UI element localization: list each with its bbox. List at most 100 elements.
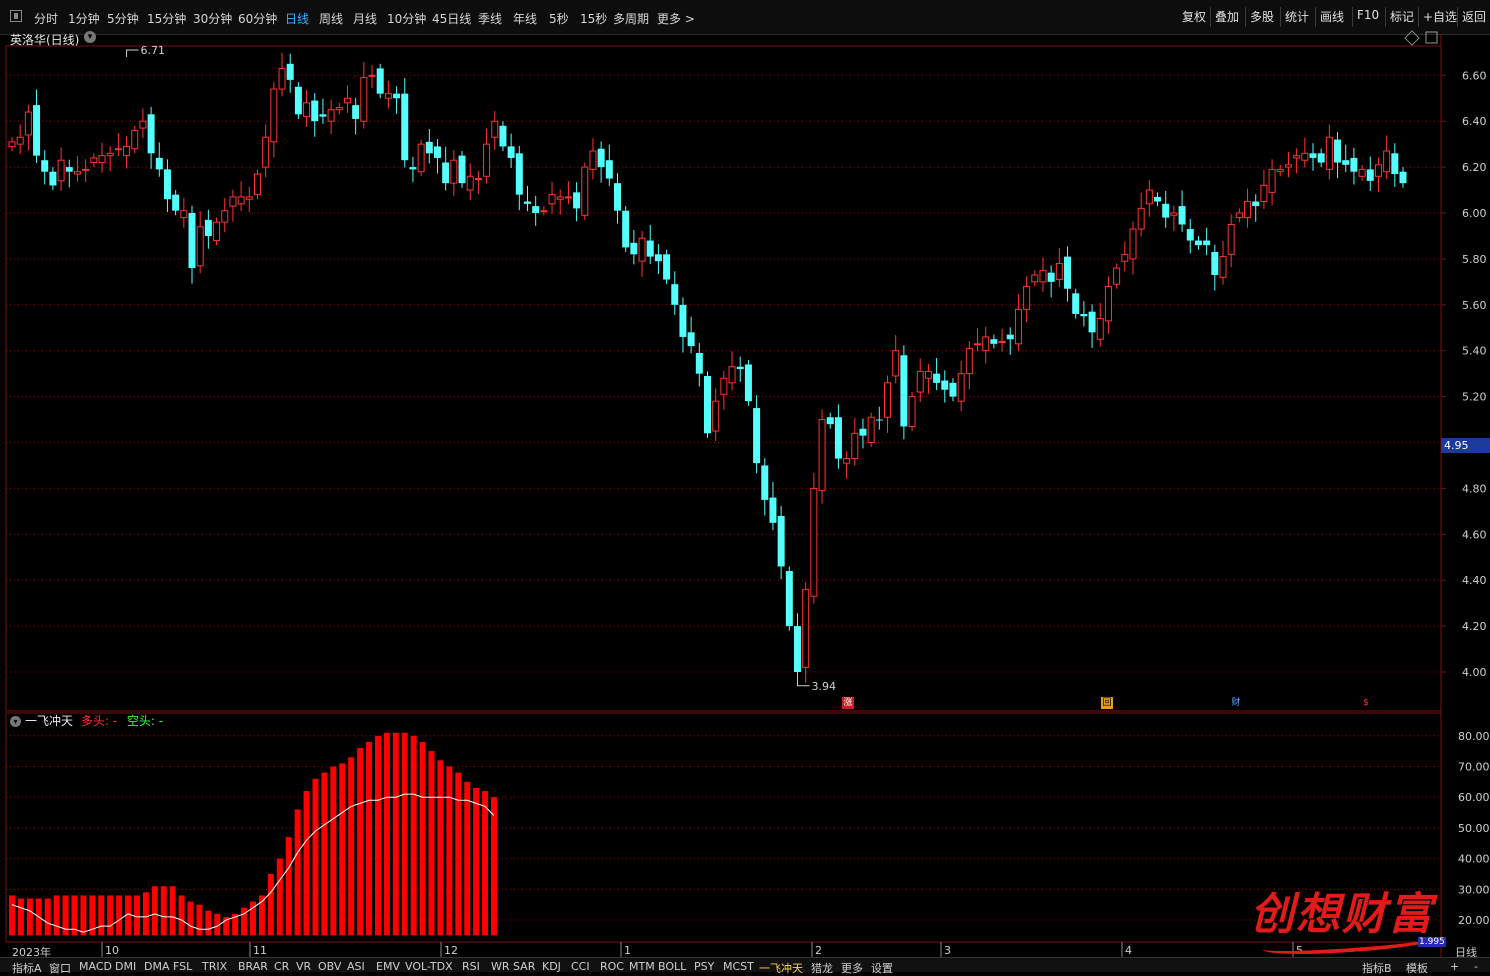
bull-bar [428,751,435,936]
bull-bar [437,760,444,936]
indicator-tab[interactable]: DMI [115,960,136,973]
indicator-tab[interactable]: VOL-TDX [405,960,453,973]
candle-body [654,254,662,262]
indicator-tab[interactable]: BOLL [658,960,686,973]
candle-body [802,588,810,668]
indicator-tab-right[interactable]: + [1450,960,1459,973]
indicator-tick-label: 40.00 [1458,853,1490,866]
candle-body [720,377,728,395]
price-tick-label: 4.60 [1462,528,1487,541]
indicator-tab[interactable]: 更多 [841,960,863,976]
bull-bar [196,904,203,936]
high-marker-line [126,49,139,57]
indicator-tab-right[interactable]: - [1474,960,1478,973]
indicator-tab-right[interactable]: 模板 [1406,960,1428,976]
maximize-icon [1425,31,1438,44]
indicator-tab[interactable]: 设置 [871,960,893,976]
bull-bar [303,791,310,936]
candle-body [859,428,867,436]
candle-body [769,497,777,523]
bear-label: 空头: - [126,714,164,728]
indicator-tab-right[interactable]: 指标B [1362,960,1392,976]
candle-body [311,100,319,122]
indicator-tab[interactable]: TRIX [202,960,227,973]
bull-bar [53,895,60,936]
candle-body [1104,285,1112,322]
candle-body [1342,160,1350,165]
bull-bar [348,757,355,936]
indicator-tab[interactable]: 猎龙 [811,960,833,976]
candle-body [384,93,392,99]
indicator-tab[interactable]: PSY [694,960,714,973]
candle-body [82,168,90,171]
indicator-tab[interactable]: ASI [347,960,365,973]
price-tick-label: 5.80 [1462,253,1487,266]
bull-bar [383,732,390,936]
price-tick-label: 4.80 [1462,482,1487,495]
event-marker[interactable]: 涨 [842,697,854,709]
candle-body [270,88,278,143]
time-axis-label: 4 [1125,944,1132,957]
candle-body [998,341,1006,344]
bull-bar [464,781,471,936]
price-tick-label: 6.20 [1462,161,1487,174]
indicator-tab[interactable]: VR [296,960,311,973]
chevron-down-icon[interactable]: ▾ [10,716,21,727]
candle-body [417,143,425,173]
indicator-tab[interactable]: 窗口 [49,960,71,976]
indicator-tab[interactable]: MTM [629,960,655,973]
candle-body [867,416,875,444]
indicator-tab[interactable]: BRAR [238,960,268,973]
candle-body [941,380,949,390]
candle-body [458,155,466,184]
candle-body [957,373,965,402]
candle-body [875,419,883,421]
candle-body [409,167,417,170]
candle-body [589,150,597,170]
indicator-tab[interactable]: RSI [462,960,480,973]
indicator-tab[interactable]: ROC [600,960,624,973]
indicator-tab[interactable]: DMA [144,960,170,973]
candle-body [1031,274,1039,283]
candle-body [49,171,57,186]
candle-body [1039,269,1047,283]
candle-body [581,166,589,216]
candle-body [204,219,212,236]
indicator-tab[interactable]: SAR [513,960,535,973]
candle-body [924,370,932,379]
candle-body [483,143,491,177]
indicator-tab[interactable]: 一飞冲天 [759,960,803,976]
indicator-tab[interactable]: WR [491,960,510,973]
candle-body [949,382,957,397]
candle-body [1064,256,1072,289]
price-tick-label: 6.60 [1462,69,1487,82]
candle-body [131,129,139,150]
candle-body [851,432,859,460]
indicator-tab[interactable]: OBV [318,960,341,973]
indicator-tab[interactable]: CCI [571,960,590,973]
price-tick-label: 6.00 [1462,207,1487,220]
candle-body [1268,168,1276,193]
indicator-tab[interactable]: MACD [79,960,112,973]
indicator-tab[interactable]: MCST [723,960,754,973]
indicator-tab[interactable]: FSL [173,960,192,973]
candle-body [548,194,556,205]
indicator-tab[interactable]: KDJ [542,960,561,973]
event-marker[interactable]: 回 [1101,697,1113,709]
candle-body [1350,157,1358,172]
candle-body [262,136,270,168]
event-marker[interactable]: $ [1360,697,1372,709]
bull-bar [482,791,489,936]
candle-body [1023,285,1031,310]
indicator-tab[interactable]: EMV [376,960,400,973]
event-marker[interactable]: 财 [1230,697,1242,709]
candle-body [540,210,548,213]
indicator-tab[interactable]: CR [274,960,289,973]
bull-bar [366,741,373,936]
candle-body [319,114,327,117]
indicator-tab[interactable]: 指标A [12,960,42,976]
candle-body [499,125,507,147]
candle-body [744,364,752,402]
candle-body [1186,229,1194,241]
candle-body [106,152,114,157]
